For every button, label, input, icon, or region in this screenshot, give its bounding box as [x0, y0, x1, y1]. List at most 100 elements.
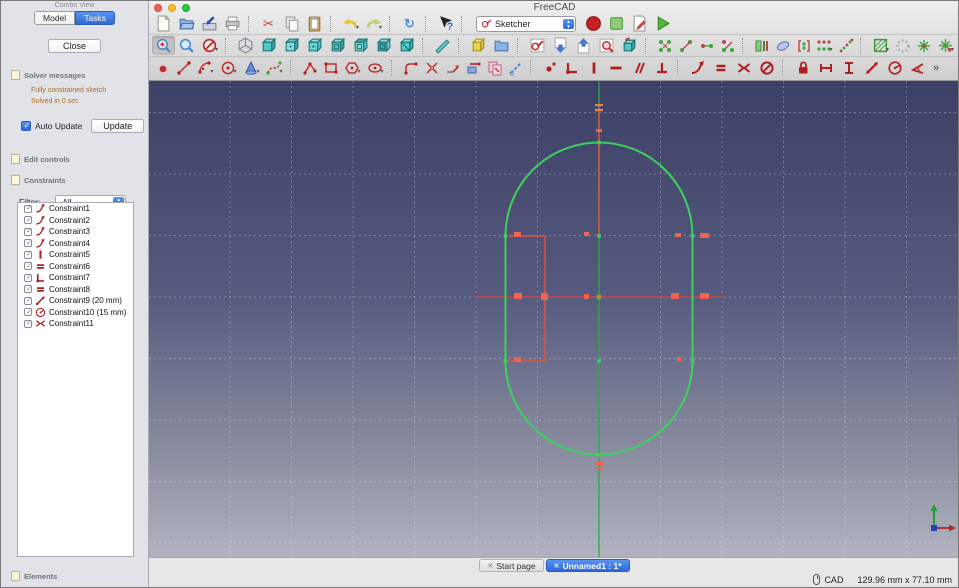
show-bspline-degree-button[interactable]: [751, 36, 772, 55]
constraint-checkbox[interactable]: [24, 250, 32, 259]
create-fillet-button[interactable]: [400, 59, 421, 78]
create-bspline-button[interactable]: ▾: [263, 59, 286, 78]
constraint-row[interactable]: Constraint9 (20 mm): [18, 295, 133, 307]
measure-distance-button[interactable]: [431, 36, 454, 55]
create-ellipse-button[interactable]: ▾: [364, 59, 387, 78]
title-bar[interactable]: FreeCAD: [149, 1, 958, 13]
sketch-canvas[interactable]: [149, 81, 959, 557]
constrain-parallel-button[interactable]: [627, 59, 650, 78]
constraint-checkbox[interactable]: [24, 308, 32, 317]
refresh-button[interactable]: ↻: [398, 14, 421, 33]
workbench-selector[interactable]: Sketcher ▲ ▼: [476, 15, 576, 32]
paste-button[interactable]: [303, 14, 326, 33]
view-sketch-button[interactable]: [572, 36, 595, 55]
toggle-virtual-space-button[interactable]: ▾: [869, 36, 892, 55]
select-conflicting-constraints-button[interactable]: [717, 36, 738, 55]
constrain-horizontal-button[interactable]: [604, 59, 627, 78]
view-axonometric-button[interactable]: [395, 36, 418, 55]
tab-model[interactable]: Model: [34, 11, 76, 25]
constraint-checkbox[interactable]: [24, 273, 32, 282]
constraint-checkbox[interactable]: [24, 239, 32, 248]
fit-all-button[interactable]: [152, 36, 175, 55]
constrain-lock-button[interactable]: [791, 59, 814, 78]
constraint-row[interactable]: Constraint4: [18, 238, 133, 250]
close-tab-icon[interactable]: ✕: [554, 562, 560, 570]
extend-edge-button[interactable]: [442, 59, 463, 78]
constrain-point-on-object-button[interactable]: [560, 59, 583, 78]
update-button[interactable]: Update: [91, 119, 145, 133]
macro-execute-button[interactable]: [651, 14, 674, 33]
solver-messages-section[interactable]: Solver messages: [11, 70, 148, 80]
create-polyline-button[interactable]: [299, 59, 320, 78]
print-button[interactable]: [221, 14, 244, 33]
constrain-perpendicular-button[interactable]: [650, 59, 673, 78]
toolbar-overflow-button[interactable]: »: [933, 62, 939, 74]
view-left-button[interactable]: [372, 36, 395, 55]
new-document-button[interactable]: [152, 14, 175, 33]
constrain-distance-y-button[interactable]: [837, 59, 860, 78]
constraint-row[interactable]: Constraint2: [18, 215, 133, 227]
close-window-button[interactable]: [154, 4, 162, 12]
view-rear-button[interactable]: [326, 36, 349, 55]
trim-edge-button[interactable]: [421, 59, 442, 78]
copy-button[interactable]: [280, 14, 303, 33]
tab-tasks[interactable]: Tasks: [75, 11, 115, 25]
tab-unnamed1[interactable]: ✕ Unnamed1 : 1*: [545, 559, 630, 572]
constraint-row[interactable]: Constraint3: [18, 226, 133, 238]
constraint-checkbox[interactable]: [24, 319, 32, 328]
constraint-row[interactable]: Constraint1: [18, 203, 133, 215]
whats-this-button[interactable]: ?: [434, 14, 457, 33]
minimize-window-button[interactable]: [168, 4, 176, 12]
constrain-coincident-button[interactable]: [539, 59, 560, 78]
show-bspline-comb-button[interactable]: [793, 36, 814, 55]
3d-viewport[interactable]: [149, 81, 959, 557]
save-document-button[interactable]: [198, 14, 221, 33]
constraint-checkbox[interactable]: [24, 204, 32, 213]
create-part-button[interactable]: [467, 36, 490, 55]
show-bspline-knot-multiplicity-button[interactable]: ▾: [814, 36, 835, 55]
create-line-button[interactable]: [173, 59, 194, 78]
create-polygon-button[interactable]: ▾: [341, 59, 364, 78]
sketcher-render-order-button[interactable]: ▾: [934, 36, 957, 55]
tab-start-page[interactable]: ✕ Start page: [479, 559, 544, 572]
constrain-symmetric-button[interactable]: [732, 59, 755, 78]
auto-update-checkbox[interactable]: [21, 121, 31, 131]
constraint-row[interactable]: Constraint11: [18, 318, 133, 330]
constraint-checkbox[interactable]: [24, 296, 32, 305]
create-circle-button[interactable]: ▾: [217, 59, 240, 78]
create-group-button[interactable]: [490, 36, 513, 55]
map-sketch-to-face-button[interactable]: [618, 36, 641, 55]
constraint-list[interactable]: Constraint1 Constraint2 Constraint3 Cons…: [17, 202, 134, 557]
create-sketch-button[interactable]: [526, 36, 549, 55]
zoom-window-button[interactable]: [182, 4, 190, 12]
select-origin-button[interactable]: [892, 36, 913, 55]
constrain-angle-button[interactable]: [906, 59, 929, 78]
external-geometry-button[interactable]: [463, 59, 484, 78]
carbon-copy-button[interactable]: [484, 59, 505, 78]
constrain-distance-x-button[interactable]: [814, 59, 837, 78]
constraint-row[interactable]: Constraint7: [18, 272, 133, 284]
origin-point[interactable]: [596, 294, 602, 300]
view-isometric-button[interactable]: [234, 36, 257, 55]
select-associated-geometry-button[interactable]: [675, 36, 696, 55]
view-front-button[interactable]: [257, 36, 280, 55]
close-tab-icon[interactable]: ✕: [487, 562, 493, 570]
macro-record-button[interactable]: [582, 14, 605, 33]
create-conic-button[interactable]: ▾: [240, 59, 263, 78]
constraints-section[interactable]: Constraints: [11, 175, 148, 185]
view-bottom-button[interactable]: [349, 36, 372, 55]
show-bspline-control-polygon-button[interactable]: [772, 36, 793, 55]
create-arc-button[interactable]: ▾: [194, 59, 217, 78]
create-point-button[interactable]: [152, 59, 173, 78]
cut-button[interactable]: ✂: [257, 14, 280, 33]
undo-button[interactable]: ▾: [339, 14, 362, 33]
draw-style-button[interactable]: ▾: [198, 36, 221, 55]
view-section-button[interactable]: [595, 36, 618, 55]
select-redundant-constraints-button[interactable]: [696, 36, 717, 55]
view-right-button[interactable]: [303, 36, 326, 55]
elements-section[interactable]: Elements: [11, 571, 57, 581]
toggle-construction-button[interactable]: [505, 59, 526, 78]
close-button[interactable]: Close: [47, 39, 101, 53]
constraint-row[interactable]: Constraint5: [18, 249, 133, 261]
constraint-checkbox[interactable]: [24, 285, 32, 294]
